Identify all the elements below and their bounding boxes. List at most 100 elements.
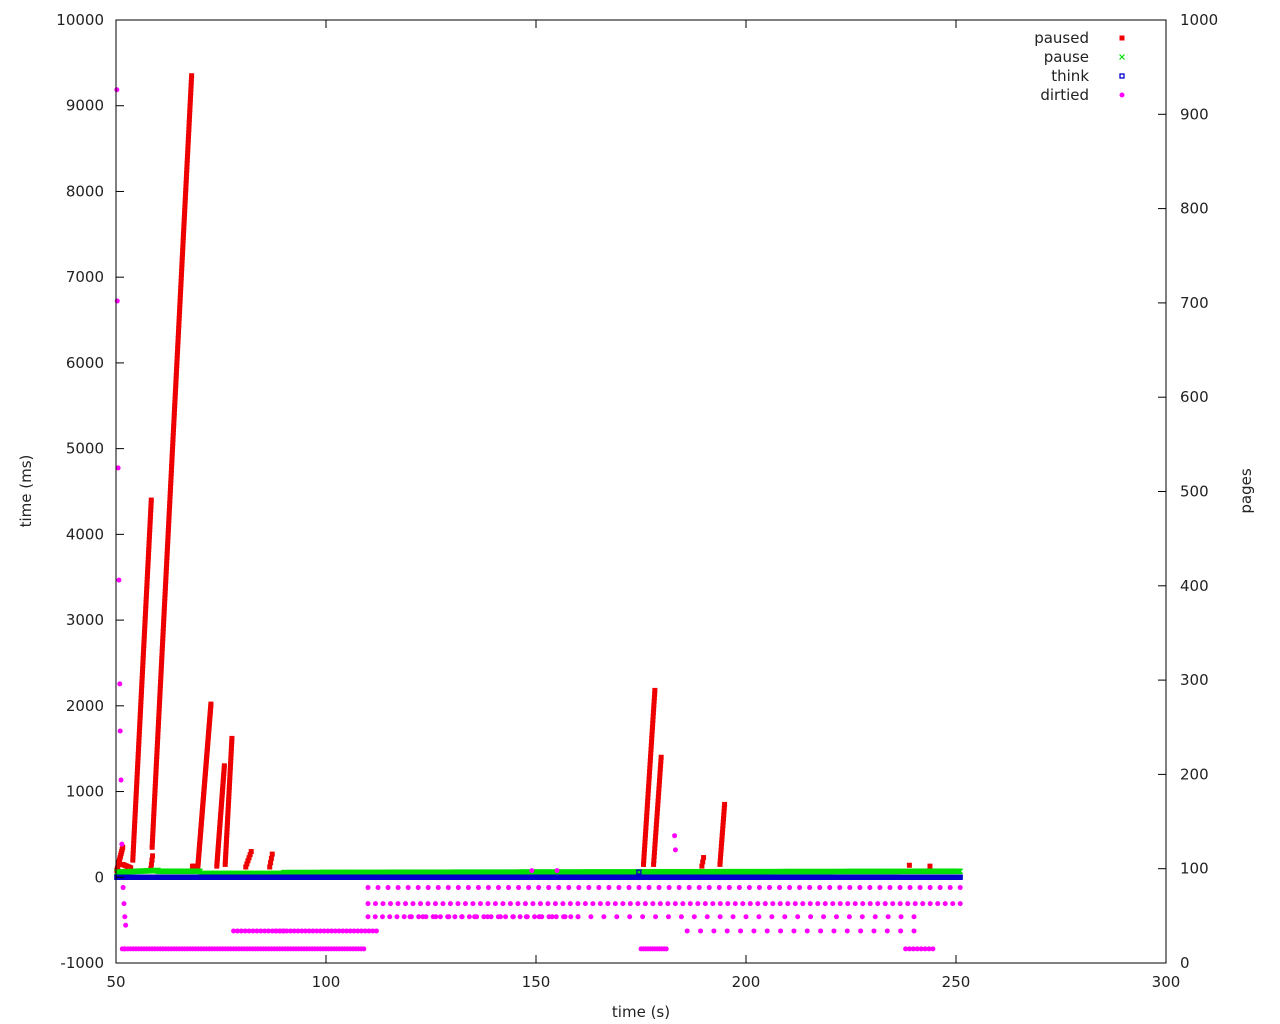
dirtied-point	[804, 928, 810, 934]
dirtied-point	[470, 901, 476, 907]
dirtied-point	[762, 901, 768, 907]
x-tick-label: 250	[942, 973, 971, 991]
paused-point	[906, 862, 912, 868]
dirtied-point	[395, 885, 401, 891]
legend-label-think: think	[1051, 67, 1089, 85]
dirtied-point	[627, 901, 633, 907]
dirtied-point	[435, 885, 441, 891]
dirtied-point	[743, 914, 749, 920]
dirtied-point	[764, 928, 770, 934]
dirtied-point	[116, 577, 122, 583]
dirtied-point	[379, 914, 385, 920]
x-axis-title: time (s)	[612, 1003, 670, 1021]
dirtied-point	[769, 914, 775, 920]
dirtied-point	[927, 901, 933, 907]
dirtied-point	[815, 901, 821, 907]
dirtied-series	[114, 87, 963, 952]
dirtied-point	[556, 885, 562, 891]
dirtied-point	[526, 885, 532, 891]
paused-point	[268, 860, 274, 866]
paused-series	[114, 73, 933, 873]
dirtied-point	[387, 914, 393, 920]
dirtied-point	[562, 914, 568, 920]
dirtied-point	[686, 885, 692, 891]
dirtied-point	[582, 901, 588, 907]
dirtied-point	[117, 728, 123, 734]
paused-point	[699, 863, 705, 869]
dirtied-point	[747, 901, 753, 907]
dirtied-point	[447, 901, 453, 907]
paused-point	[148, 497, 154, 503]
dirtied-point	[897, 885, 903, 891]
dirtied-point	[575, 914, 581, 920]
dirtied-point	[676, 885, 682, 891]
dirtied-point	[898, 928, 904, 934]
dirtied-point	[117, 681, 123, 687]
y2-axis-title: pages	[1237, 468, 1255, 513]
dirtied-point	[738, 928, 744, 934]
dirtied-point	[118, 777, 124, 783]
dirtied-point	[858, 928, 864, 934]
dirtied-point	[672, 901, 678, 907]
paused-point	[208, 701, 214, 707]
dirtied-point	[375, 885, 381, 891]
paused-point	[269, 851, 275, 857]
legend-marker-paused	[1119, 35, 1125, 41]
dirtied-point	[586, 885, 592, 891]
dirtied-point	[684, 928, 690, 934]
dirtied-point	[807, 901, 813, 907]
dirtied-point	[597, 901, 603, 907]
dirtied-point	[387, 901, 393, 907]
dirtied-point	[695, 901, 701, 907]
dirtied-point	[372, 901, 378, 907]
dirtied-point	[507, 901, 513, 907]
legend-marker-think	[1119, 73, 1125, 79]
chart-marks	[113, 73, 964, 952]
dirtied-point	[546, 885, 552, 891]
paused-point	[268, 855, 274, 861]
dirtied-point	[687, 901, 693, 907]
paused-point	[658, 754, 664, 760]
dirtied-point	[787, 885, 793, 891]
dirtied-point	[867, 885, 873, 891]
dirtied-point	[620, 901, 626, 907]
dirtied-point	[837, 885, 843, 891]
dirtied-point	[884, 928, 890, 934]
dirtied-point	[466, 914, 472, 920]
dirtied-point	[807, 885, 813, 891]
y2-tick-label: 0	[1180, 954, 1190, 972]
dirtied-point	[859, 914, 865, 920]
dirtied-point	[706, 885, 712, 891]
dirtied-point	[437, 914, 443, 920]
dirtied-point	[554, 868, 560, 874]
dirtied-point	[726, 885, 732, 891]
dirtied-point	[716, 885, 722, 891]
dirtied-point	[365, 901, 371, 907]
dirtied-point	[455, 885, 461, 891]
dirtied-point	[785, 901, 791, 907]
dirtied-point	[911, 928, 917, 934]
x-tick-label: 200	[732, 973, 761, 991]
dirtied-point	[459, 914, 465, 920]
x-tick-label: 150	[522, 973, 551, 991]
dirtied-point	[612, 901, 618, 907]
dirtied-point	[897, 901, 903, 907]
dirtied-point	[536, 885, 542, 891]
dirtied-point	[746, 885, 752, 891]
dirtied-point	[515, 901, 521, 907]
dirtied-point	[642, 901, 648, 907]
dirtied-point	[725, 901, 731, 907]
y-tick-label: 9000	[66, 97, 104, 115]
dirtied-point	[536, 914, 542, 920]
dirtied-point	[532, 914, 538, 920]
paused-point	[189, 73, 195, 79]
dirtied-point	[567, 901, 573, 907]
y-tick-label: 0	[94, 868, 104, 886]
dirtied-point	[756, 914, 762, 920]
legend: pausedpausethinkdirtied	[1034, 29, 1125, 104]
paused-point	[652, 687, 658, 693]
dirtied-point	[365, 885, 371, 891]
dirtied-point	[672, 833, 678, 839]
paused-point	[229, 735, 235, 741]
dirtied-point	[711, 928, 717, 934]
